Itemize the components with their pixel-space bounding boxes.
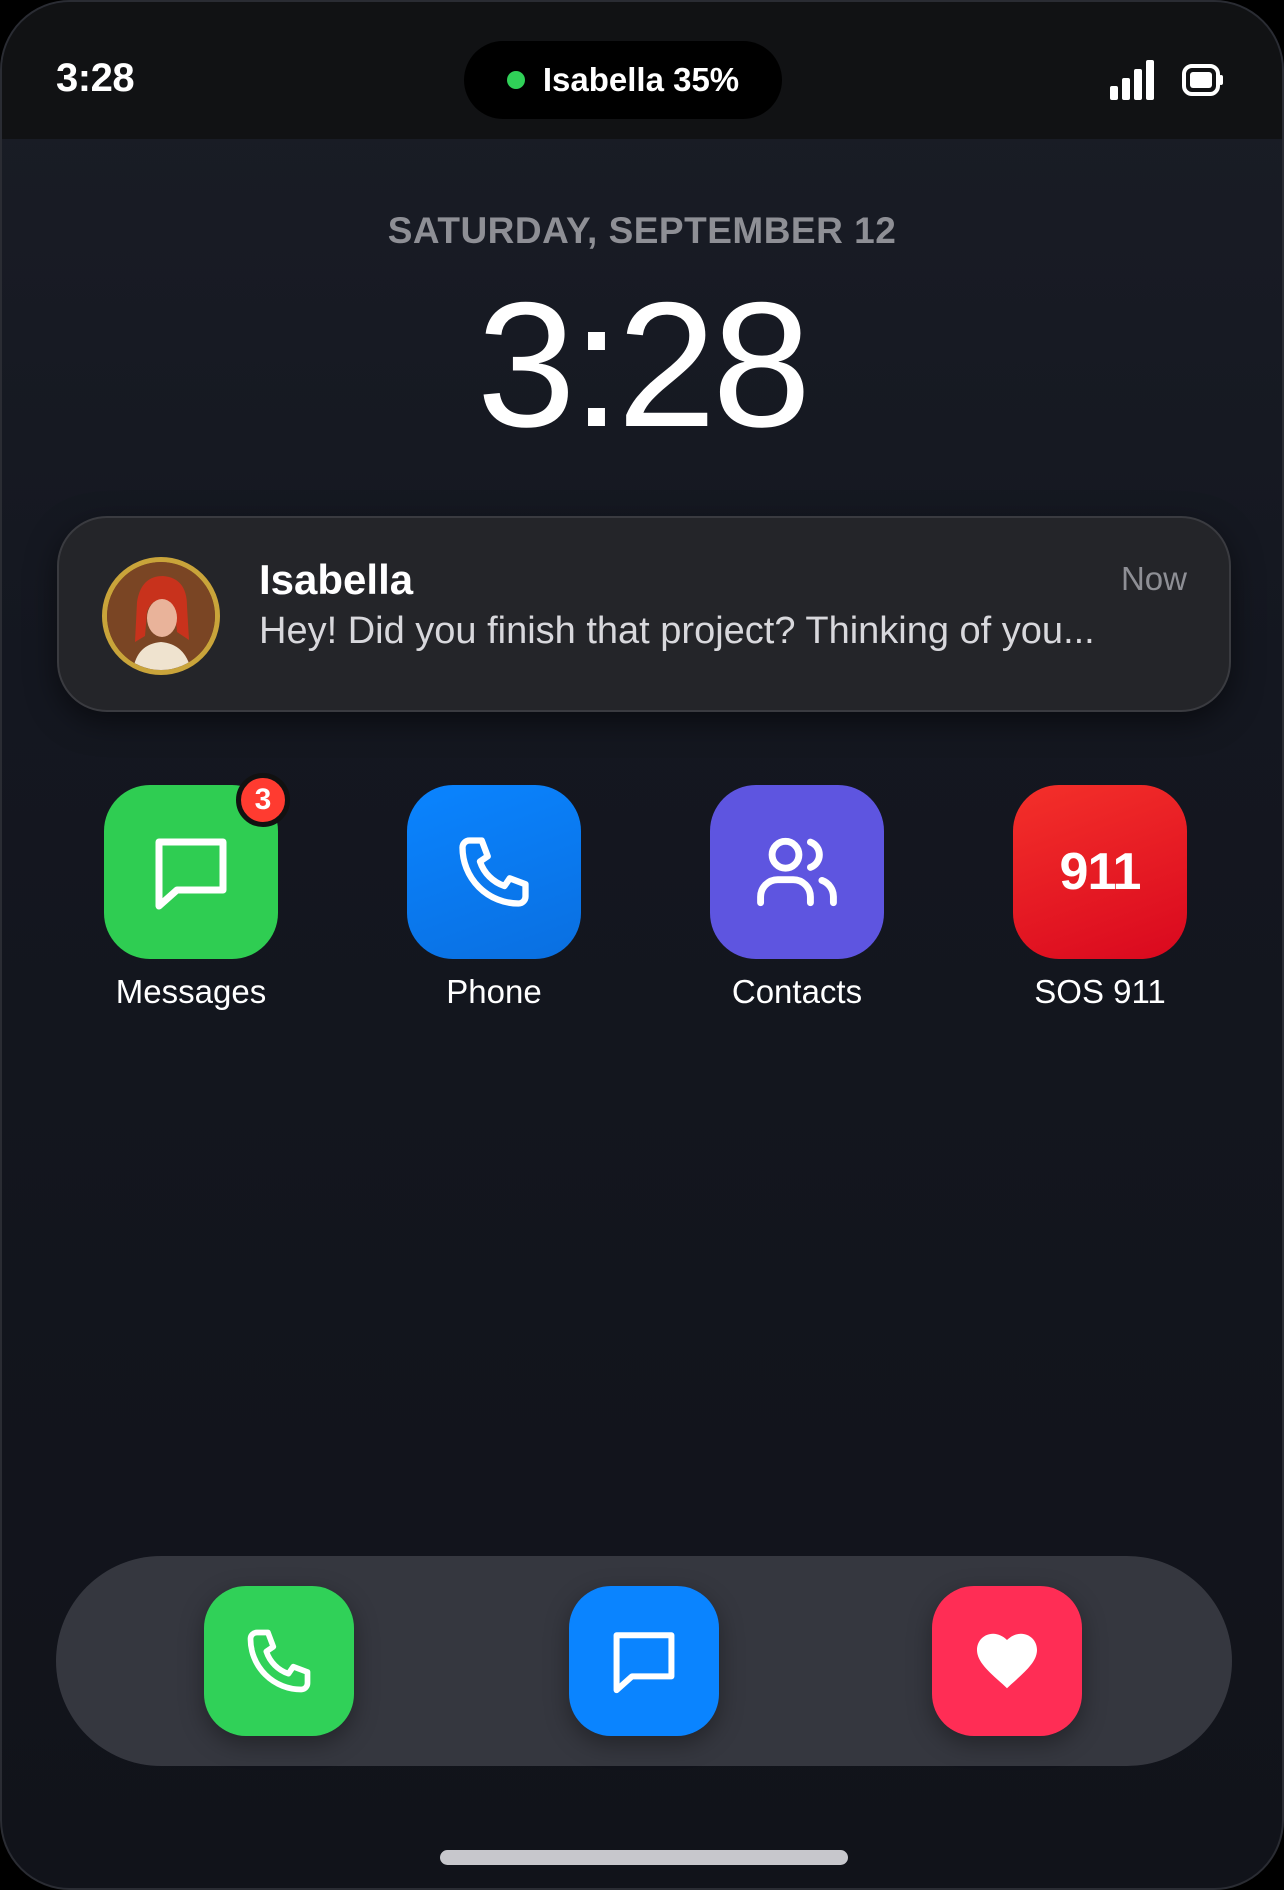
notification-card[interactable]: Isabella Now Hey! Did you finish that pr… [57,516,1231,712]
app-phone[interactable]: Phone [407,785,581,1010]
status-bar: 3:28 Isabella 35% [2,2,1282,139]
dynamic-island[interactable]: Isabella 35% [464,41,782,119]
dock-phone-button[interactable] [204,1586,354,1736]
messages-app-icon[interactable]: 3 [104,773,290,959]
dock-health-button[interactable] [932,1586,1082,1736]
people-icon [757,837,837,907]
notification-message: Hey! Did you finish that project? Thinki… [259,610,1095,652]
sos-icon-text: 911 [1059,843,1142,901]
contacts-app-icon[interactable] [710,785,884,959]
home-indicator[interactable] [440,1850,848,1865]
notification-time: Now [1120,560,1187,597]
battery-icon [1182,64,1223,96]
avatar [102,557,220,675]
app-label-phone: Phone [446,973,542,1010]
heart-icon [977,1633,1037,1689]
message-bubble-icon [613,1632,675,1694]
portrait-image [107,562,215,670]
phone-icon [459,837,529,907]
app-label-contacts: Contacts [731,973,863,1010]
notification-sender: Isabella [259,556,414,603]
phone-icon [247,1629,311,1693]
app-contacts[interactable]: Contacts [710,785,884,1010]
dock [56,1556,1232,1766]
live-indicator-dot [506,71,525,89]
sos-app-icon[interactable]: 911 [1013,785,1187,959]
message-bubble-icon [155,838,227,910]
dock-messages-button[interactable] [569,1586,719,1736]
cellular-signal-icon [1110,60,1154,100]
lock-date: SATURDAY, SEPTEMBER 12 [387,210,897,251]
phone-screen: 3:28 Isabella 35% SATURDAY, SEPTEMBER 12… [0,0,1284,1890]
app-messages[interactable]: 3 Messages [104,773,290,1010]
phone-app-icon[interactable] [407,785,581,959]
lock-clock: 3:28 [476,265,811,464]
live-activity-text: Isabella 35% [542,61,740,98]
status-time: 3:28 [56,56,135,100]
app-label-messages: Messages [115,973,267,1010]
app-sos[interactable]: 911 SOS 911 [1013,785,1187,1010]
app-label-sos: SOS 911 [1034,973,1166,1010]
unread-badge: 3 [236,773,290,827]
